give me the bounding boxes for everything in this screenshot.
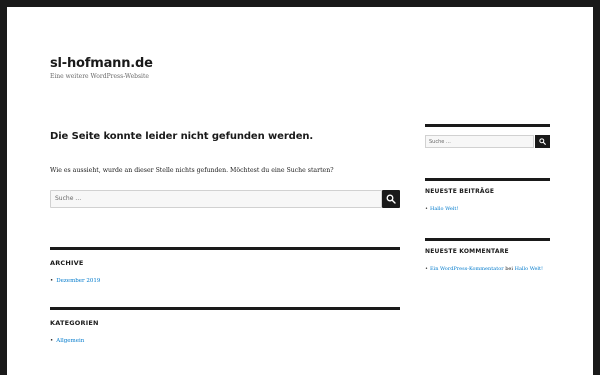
archive-title: ARCHIVE [50,259,84,267]
recent-comment-item: • Ein WordPress-Kommentator bei Hallo Wel… [425,266,544,272]
categories-title: KATEGORIEN [50,319,99,327]
recent-posts-title: NEUESTE BEITRÄGE [425,188,495,195]
archive-widget: ARCHIVE • Dezember 2019 [50,247,400,284]
site-title[interactable]: sl-hofmann.de [50,56,153,71]
recent-comments-widget: NEUESTE KOMMENTARE • Ein WordPress-Kommen… [425,238,550,272]
search-input[interactable]: Suche … [50,190,382,208]
sidebar-search-placeholder: Suche … [429,139,451,145]
archive-item[interactable]: • Dezember 2019 [50,278,100,284]
search-icon [539,138,546,145]
recent-comments-title: NEUESTE KOMMENTARE [425,248,509,255]
main-search-form: Suche … [50,190,400,208]
category-link[interactable]: Allgemein [56,338,84,344]
sidebar-search-button[interactable] [535,135,550,148]
comment-author-link[interactable]: Ein WordPress-Kommentator [430,266,504,272]
recent-posts-widget: NEUESTE BEITRÄGE • Hallo Welt! [425,178,550,212]
site-description: Eine weitere WordPress-Website [50,73,149,80]
recent-post-link[interactable]: Hallo Welt! [430,206,458,212]
comment-joiner: bei [505,266,513,272]
sidebar-search-input[interactable]: Suche … [425,135,534,148]
sidebar-search-widget: Suche … [425,124,550,148]
search-icon [386,194,396,204]
category-item[interactable]: • Allgemein [50,338,84,344]
categories-widget: KATEGORIEN • Allgemein [50,307,400,344]
archive-link[interactable]: Dezember 2019 [56,278,100,284]
search-placeholder: Suche … [55,195,82,202]
page: sl-hofmann.de Eine weitere WordPress-Web… [7,7,593,375]
page-title: Die Seite konnte leider nicht gefunden w… [50,131,314,142]
not-found-message: Wie es aussieht, wurde an dieser Stelle … [50,167,334,174]
search-button[interactable] [382,190,400,208]
comment-post-link[interactable]: Hallo Welt! [515,266,543,272]
recent-post-item[interactable]: • Hallo Welt! [425,206,458,212]
